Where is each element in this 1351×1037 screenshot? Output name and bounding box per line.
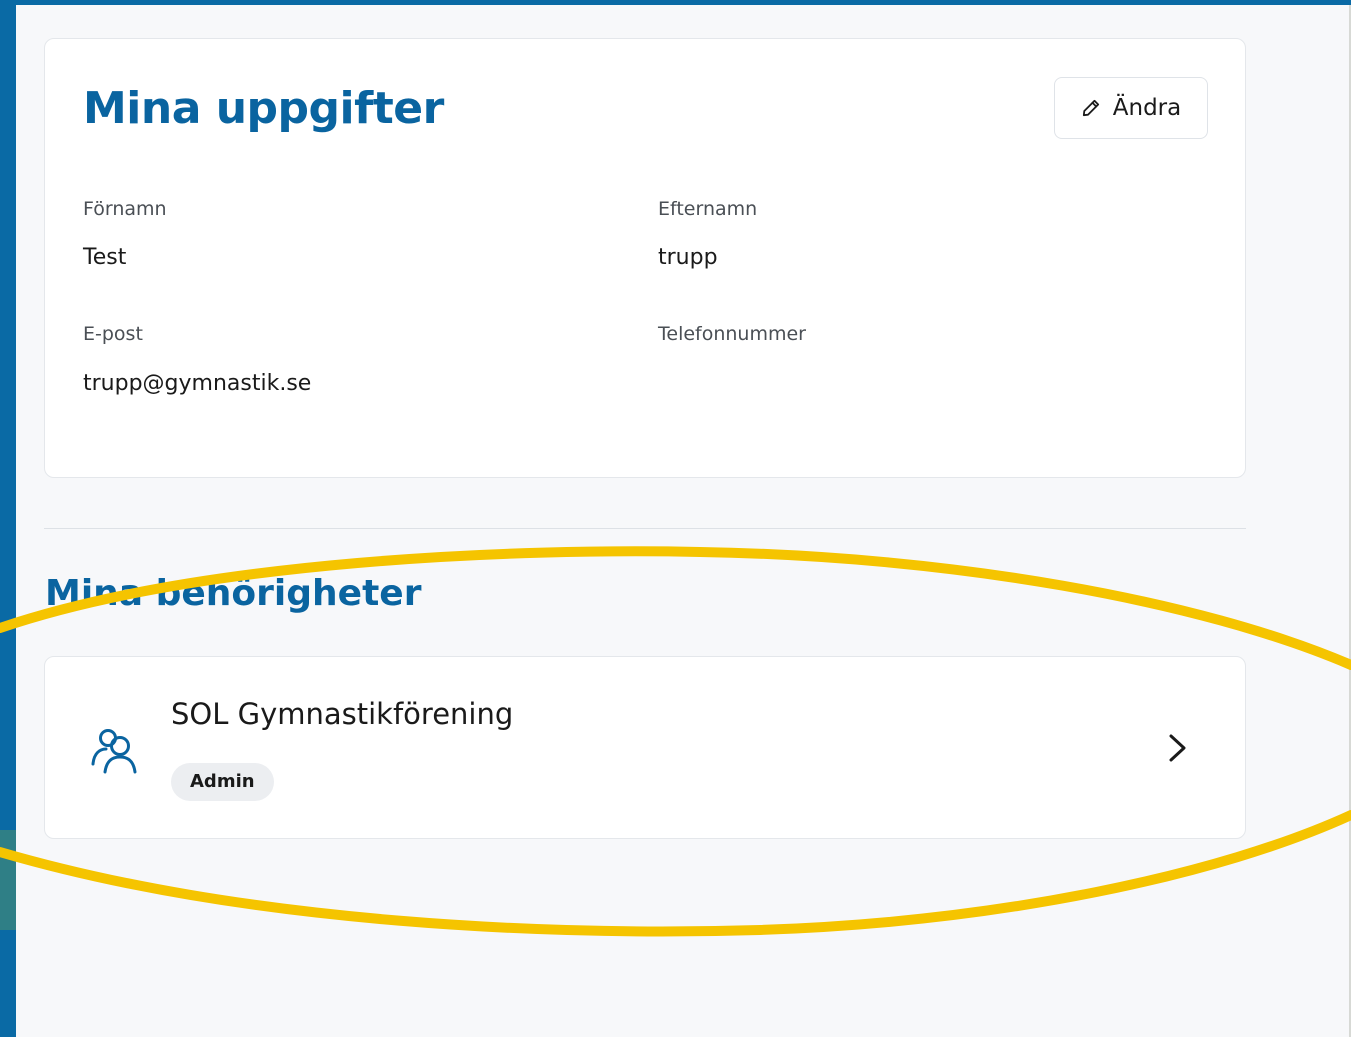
phone-label: Telefonnummer bbox=[658, 323, 806, 345]
first-name-label: Förnamn bbox=[83, 198, 167, 220]
first-name-value: Test bbox=[83, 245, 127, 270]
last-name-label: Efternamn bbox=[658, 198, 758, 220]
teal-edge-strip bbox=[0, 830, 16, 930]
profile-card: Mina uppgifter Ändra Förnamn Test Eftern… bbox=[44, 38, 1246, 478]
pencil-icon bbox=[1081, 98, 1101, 118]
edit-button[interactable]: Ändra bbox=[1054, 77, 1208, 139]
edit-button-label: Ändra bbox=[1112, 95, 1182, 121]
section-divider bbox=[44, 528, 1246, 529]
main-content: Mina uppgifter Ändra Förnamn Test Eftern… bbox=[16, 5, 1351, 1037]
last-name-value: trupp bbox=[658, 245, 718, 270]
page-title: Mina uppgifter bbox=[83, 83, 444, 134]
permissions-title: Mina behörigheter bbox=[45, 573, 422, 614]
email-value: trupp@gymnastik.se bbox=[83, 371, 312, 396]
email-label: E-post bbox=[83, 323, 143, 345]
organization-name: SOL Gymnastikförening bbox=[171, 697, 514, 731]
role-badge: Admin bbox=[171, 763, 274, 801]
permission-item[interactable]: SOL Gymnastikförening Admin bbox=[44, 656, 1246, 839]
